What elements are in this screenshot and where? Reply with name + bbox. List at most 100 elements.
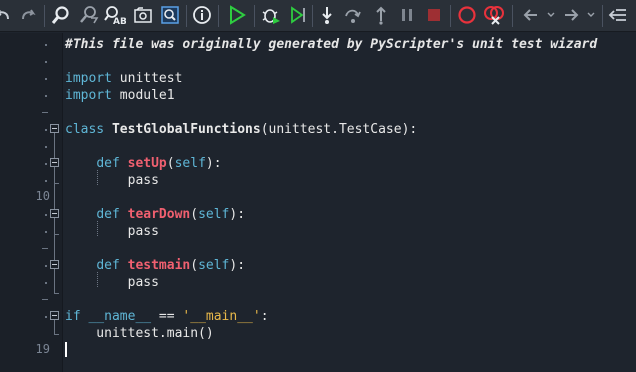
redo-button[interactable] xyxy=(18,4,40,26)
clear-breakpoints-button[interactable] xyxy=(483,4,505,26)
search-replace-icon xyxy=(79,5,99,25)
abort-button[interactable] xyxy=(423,4,445,26)
code-line[interactable]: import unittest xyxy=(65,70,182,87)
code-token: ( xyxy=(190,258,199,273)
code-line[interactable]: pass xyxy=(65,223,159,240)
forward-button[interactable] xyxy=(560,4,582,26)
toolbar-separator xyxy=(450,5,451,27)
toolbar-separator xyxy=(512,5,513,27)
code-token: ): xyxy=(205,156,222,171)
code-token: unittest xyxy=(111,71,183,86)
toolbar-separator xyxy=(44,5,45,27)
pyscripter-window: AB 10 19 #This file was originally gener… xyxy=(0,0,636,372)
step-into-icon xyxy=(317,5,337,25)
code-editor[interactable]: 10 19 #This file was originally generate… xyxy=(0,33,636,372)
code-line[interactable]: def tearDown(self): xyxy=(65,206,245,223)
fold-toggle-testmain[interactable] xyxy=(50,260,59,269)
toolbar-options-button[interactable] xyxy=(608,4,630,26)
code-token: ): xyxy=(229,207,246,222)
gutter-marker xyxy=(45,231,47,233)
undo-icon xyxy=(0,6,12,24)
fold-end xyxy=(54,293,59,294)
fold-toggle-setup[interactable] xyxy=(50,158,59,167)
code-line[interactable]: if __name__ == '__main__': xyxy=(65,308,269,325)
gutter-marker xyxy=(45,163,47,165)
toolbar-separator xyxy=(186,5,187,27)
gutter-marker xyxy=(45,146,47,148)
chevron-down-icon xyxy=(546,5,556,25)
gutter-marker xyxy=(45,265,47,267)
code-token: tearDown xyxy=(127,207,191,222)
debug-button[interactable] xyxy=(260,4,282,26)
pause-button[interactable] xyxy=(396,4,418,26)
fold-toggle-main[interactable] xyxy=(50,311,59,320)
back-dropdown-button[interactable] xyxy=(540,4,562,26)
fold-end xyxy=(54,334,59,335)
line-number-19: 19 xyxy=(35,342,50,356)
arrow-left-icon xyxy=(521,5,541,25)
code-area[interactable]: #This file was originally generated by P… xyxy=(65,33,636,372)
code-line[interactable]: def setUp(self): xyxy=(65,155,222,172)
breakpoint-icon xyxy=(457,5,477,25)
gutter-marker xyxy=(45,44,47,46)
code-token: def xyxy=(96,207,120,222)
code-token: == xyxy=(151,309,183,324)
code-token: if xyxy=(65,309,81,324)
code-token: testmain xyxy=(127,258,191,273)
find-in-folder-button[interactable] xyxy=(132,4,154,26)
find-button[interactable] xyxy=(50,4,72,26)
code-token: __name__ xyxy=(88,309,152,324)
step-over-button[interactable] xyxy=(342,4,364,26)
code-token: ( xyxy=(166,156,175,171)
gutter-marker xyxy=(45,78,47,80)
code-line[interactable]: class TestGlobalFunctions(unittest.TestC… xyxy=(65,121,417,138)
code-token: self xyxy=(198,207,230,222)
arrow-right-icon xyxy=(561,5,581,25)
highlight-search-button[interactable] xyxy=(159,4,181,26)
run-to-cursor-button[interactable] xyxy=(287,4,309,26)
step-out-icon xyxy=(371,5,391,25)
gutter-marker xyxy=(45,180,47,182)
forward-dropdown-button[interactable] xyxy=(580,4,602,26)
code-line[interactable]: import module1 xyxy=(65,87,175,104)
fold-toggle-teardown[interactable] xyxy=(50,209,59,218)
code-token: module1 xyxy=(111,88,175,103)
gutter-marker xyxy=(45,214,47,216)
run-button[interactable] xyxy=(226,4,248,26)
code-line[interactable]: pass xyxy=(65,274,159,291)
chevron-down-icon xyxy=(586,5,596,25)
find-in-files-button[interactable]: AB xyxy=(104,4,126,26)
replace-button[interactable] xyxy=(78,4,100,26)
code-line[interactable]: unittest.main() xyxy=(65,325,213,342)
gutter-marker xyxy=(42,112,48,113)
code-line[interactable]: pass xyxy=(65,172,159,189)
stop-icon xyxy=(424,5,444,25)
code-token: import xyxy=(65,88,112,103)
code-token: def xyxy=(96,156,120,171)
code-token: import xyxy=(65,71,112,86)
code-token: TestGlobalFunctions xyxy=(111,122,261,137)
step-into-button[interactable] xyxy=(316,4,338,26)
code-line[interactable]: def testmain(self): xyxy=(65,257,245,274)
bug-icon xyxy=(260,5,282,25)
toolbar-separator xyxy=(254,5,255,27)
code-token: pass xyxy=(65,173,159,188)
toolbar-separator xyxy=(312,5,313,27)
fold-end xyxy=(54,183,59,184)
code-token: ( xyxy=(190,207,199,222)
fold-toggle-class[interactable] xyxy=(50,124,59,133)
step-over-icon xyxy=(343,5,363,25)
toolbar-separator xyxy=(602,5,603,27)
step-out-button[interactable] xyxy=(370,4,392,26)
code-line[interactable]: #This file was originally generated by P… xyxy=(65,36,597,53)
back-button[interactable] xyxy=(520,4,542,26)
about-button[interactable] xyxy=(191,4,213,26)
toggle-breakpoint-button[interactable] xyxy=(456,4,478,26)
undo-button[interactable] xyxy=(0,4,14,26)
